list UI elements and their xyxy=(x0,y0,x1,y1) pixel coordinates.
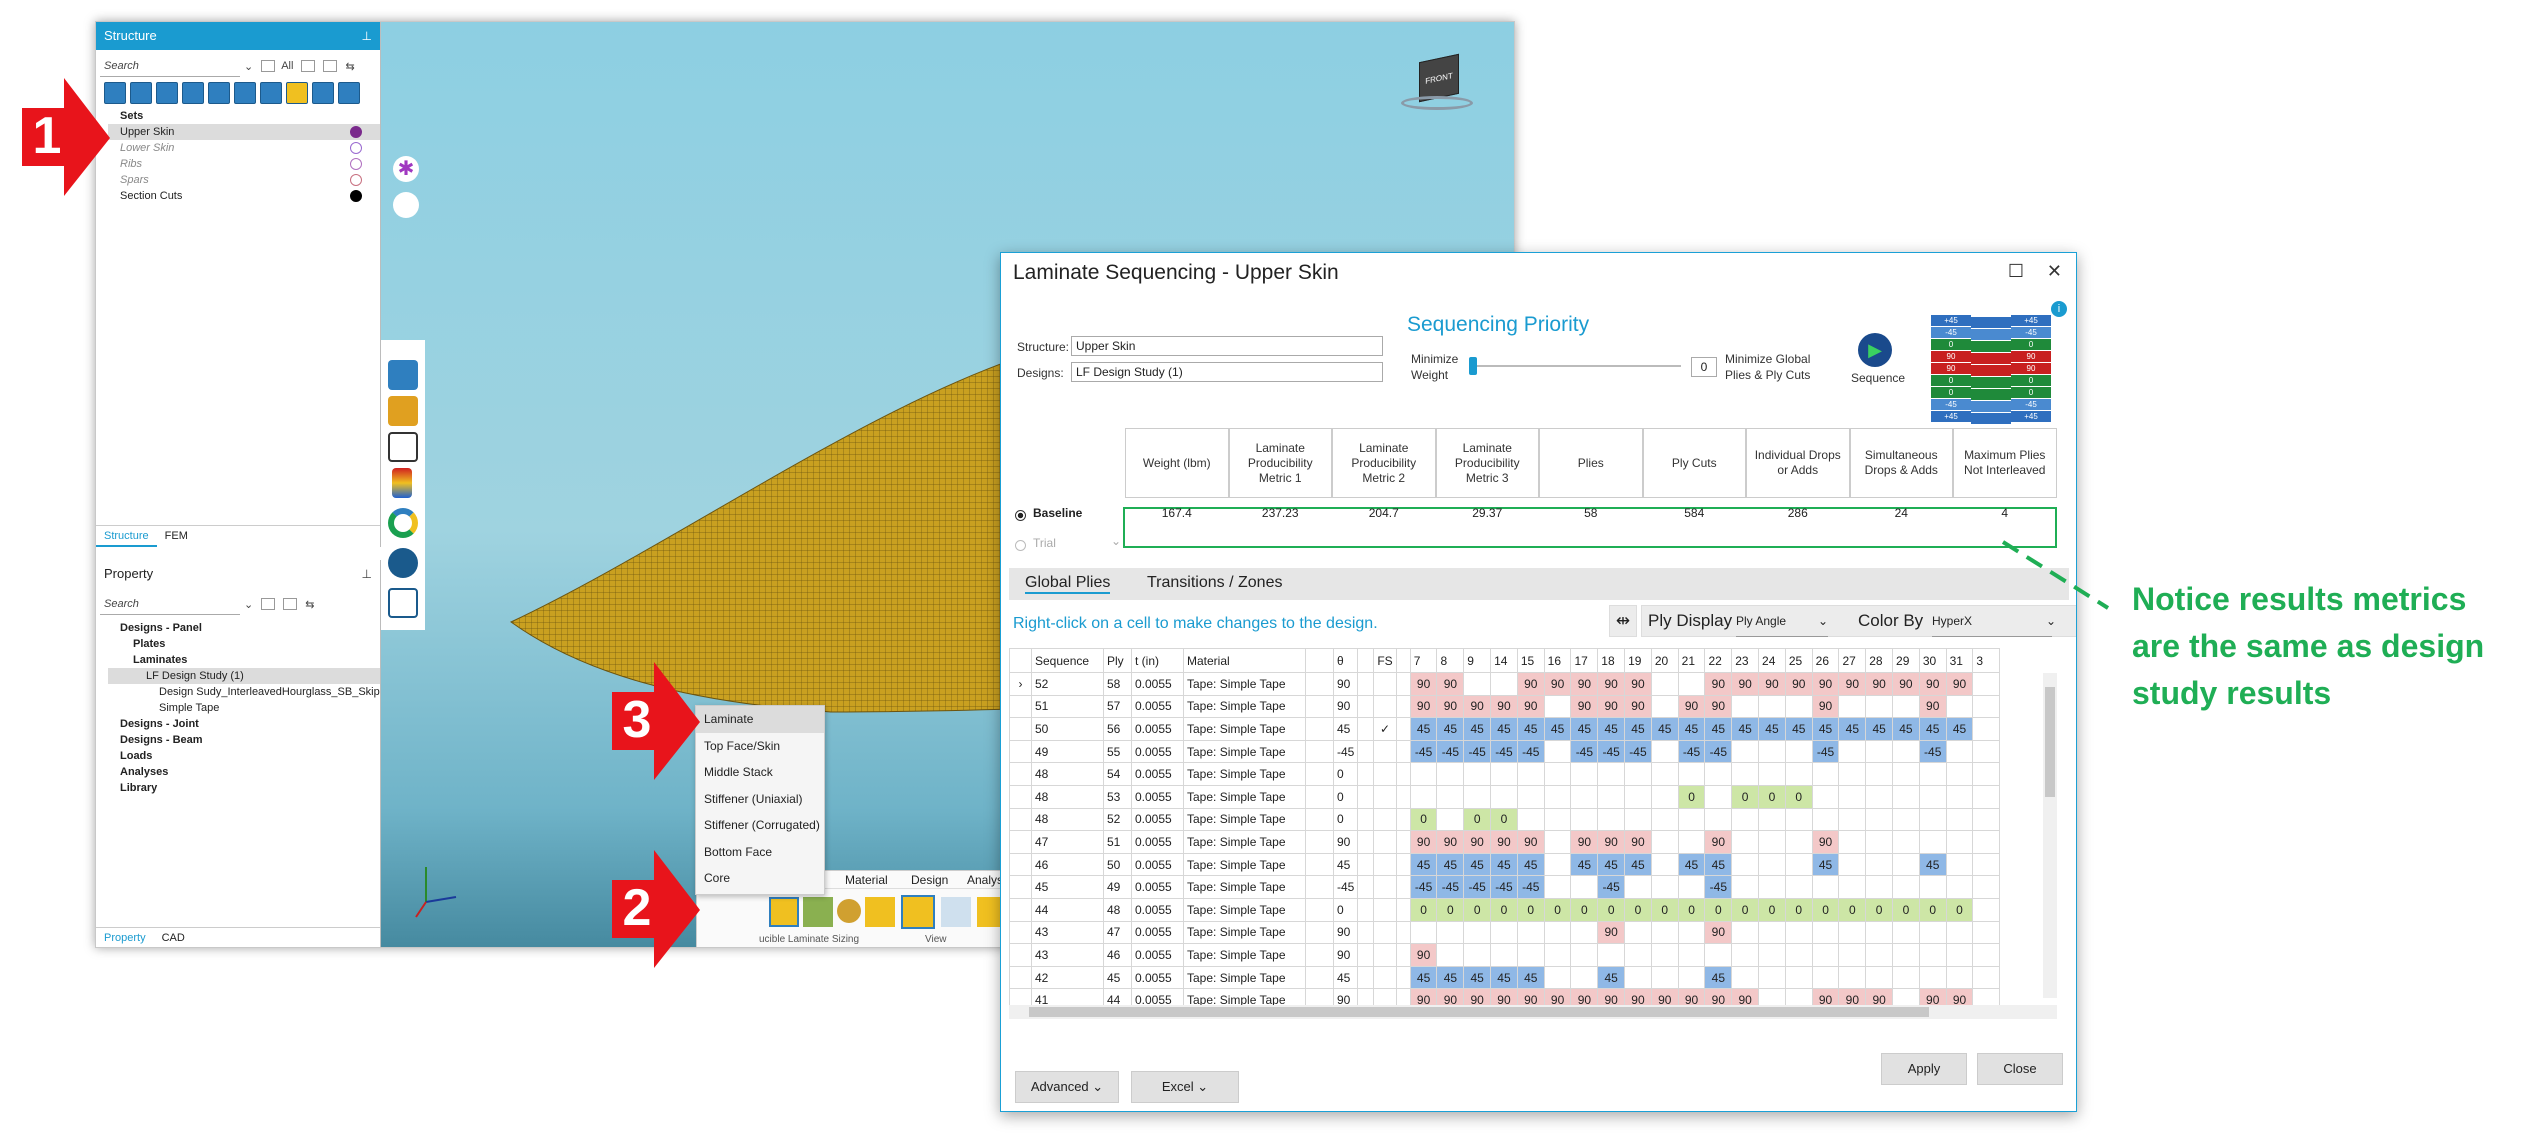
callout-layer xyxy=(22,78,2110,968)
callout-number-2: 2 xyxy=(622,879,652,937)
callout-leader-line xyxy=(2001,540,2110,610)
callout-number-3: 3 xyxy=(622,691,652,749)
callout-number-1: 1 xyxy=(32,107,62,165)
annotation-note: Notice results metrics are the same as d… xyxy=(2132,581,2485,711)
